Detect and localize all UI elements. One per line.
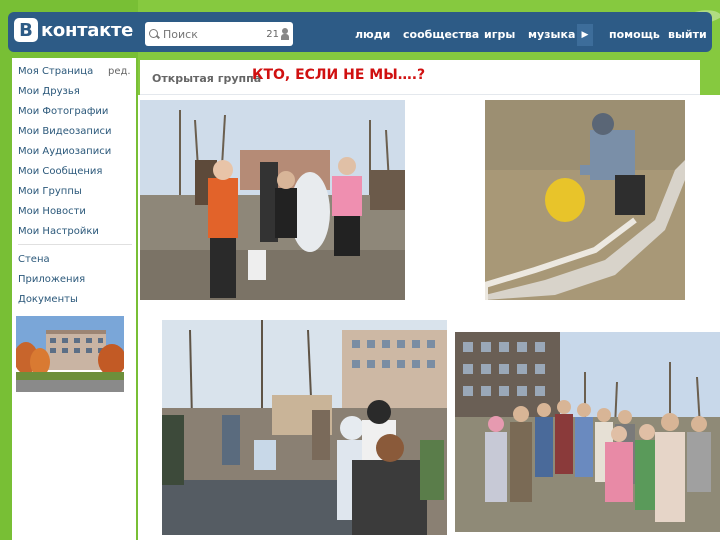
nav-communities[interactable]: сообщества bbox=[403, 28, 479, 41]
cleanup-photo-3[interactable] bbox=[162, 320, 447, 535]
nav-games[interactable]: игры bbox=[484, 28, 515, 41]
nav-more-arrow-icon[interactable]: ▶ bbox=[577, 24, 593, 46]
nav-music[interactable]: музыка bbox=[528, 28, 575, 41]
sidebar-item-apps[interactable]: Приложения bbox=[18, 274, 85, 285]
group-title: КТО, ЕСЛИ НЕ МЫ….? bbox=[252, 67, 426, 83]
search-count: 21 bbox=[266, 28, 279, 40]
sidebar: Моя Страница ред. Мои Друзья Мои Фотогра… bbox=[12, 58, 136, 540]
sidebar-item-audio[interactable]: Мои Аудиозаписи bbox=[18, 146, 111, 157]
cleanup-photo-4[interactable] bbox=[455, 332, 720, 532]
sidebar-item-my-page[interactable]: Моя Страница bbox=[18, 66, 93, 77]
nav-logout[interactable]: выйти bbox=[668, 28, 707, 41]
search-input[interactable] bbox=[163, 27, 263, 41]
sidebar-item-friends[interactable]: Мои Друзья bbox=[18, 86, 80, 97]
sidebar-item-groups[interactable]: Мои Группы bbox=[18, 186, 82, 197]
sidebar-school-photo[interactable] bbox=[16, 316, 124, 392]
logo-badge: В bbox=[14, 18, 38, 42]
sidebar-item-news[interactable]: Мои Новости bbox=[18, 206, 86, 217]
sidebar-item-wall[interactable]: Стена bbox=[18, 254, 50, 265]
cleanup-photo-2[interactable] bbox=[485, 100, 685, 300]
sidebar-item-documents[interactable]: Документы bbox=[18, 294, 78, 305]
sidebar-divider bbox=[18, 244, 132, 245]
sidebar-item-messages[interactable]: Мои Сообщения bbox=[18, 166, 102, 177]
vk-logo[interactable]: В контакте bbox=[14, 18, 133, 42]
sidebar-edit-link[interactable]: ред. bbox=[108, 66, 131, 77]
search-icon bbox=[149, 28, 160, 40]
nav-help[interactable]: помощь bbox=[609, 28, 660, 41]
cleanup-photo-1[interactable] bbox=[140, 100, 405, 300]
sidebar-item-videos[interactable]: Мои Видеозаписи bbox=[18, 126, 111, 137]
sidebar-item-photos[interactable]: Мои Фотографии bbox=[18, 106, 108, 117]
sidebar-item-settings[interactable]: Мои Настройки bbox=[18, 226, 99, 237]
group-type-label: Открытая группа bbox=[152, 72, 262, 85]
logo-text: контакте bbox=[41, 19, 134, 41]
search-box[interactable]: 21 bbox=[145, 22, 293, 46]
group-header: Открытая группа КТО, ЕСЛИ НЕ МЫ….? bbox=[140, 60, 700, 95]
nav-people[interactable]: люди bbox=[355, 28, 390, 41]
user-icon bbox=[281, 28, 289, 40]
